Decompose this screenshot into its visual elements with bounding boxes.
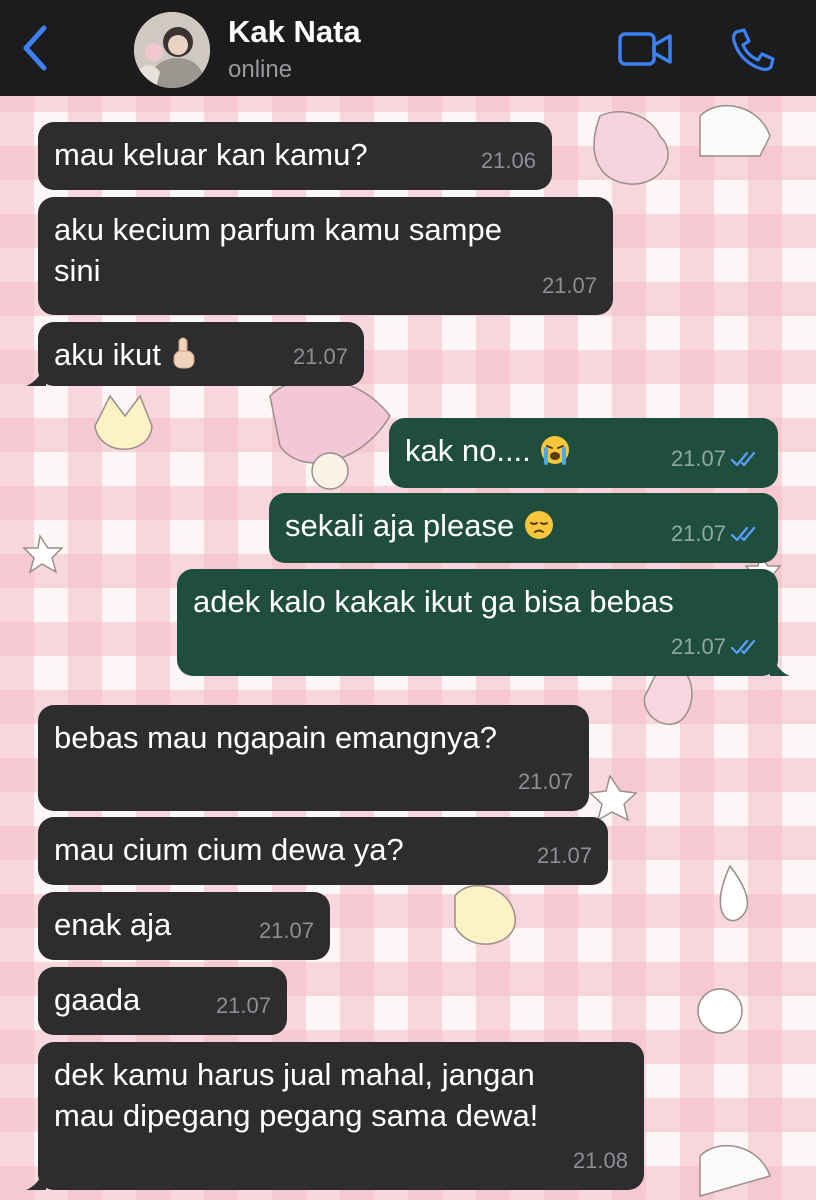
bubble-tail: [26, 1170, 46, 1190]
double-check-read-icon: [730, 639, 756, 654]
message-text: dek kamu harus jual mahal, jangan: [54, 1057, 535, 1092]
message-bubble-incoming[interactable]: mau cium cium dewa ya? 21.07: [38, 817, 608, 885]
message-bubble-incoming[interactable]: aku kecium parfum kamu sampe sini 21.07: [38, 197, 613, 315]
message-time: 21.08: [572, 1148, 628, 1173]
pensive-face-emoji: [524, 511, 553, 539]
message-bubble-incoming[interactable]: mau keluar kan kamu? 21.06: [38, 122, 552, 190]
message-text: aku kecium parfum kamu sampe: [54, 212, 502, 247]
phone-call-icon: [732, 28, 775, 71]
message-bubble-incoming[interactable]: bebas mau ngapain emangnya? 21.07: [38, 705, 589, 811]
message-time: 21.07: [670, 634, 726, 659]
message-time: 21.07: [215, 993, 271, 1018]
chat-wallpaper: mau keluar kan kamu? 21.06 aku kecium pa…: [0, 96, 816, 1200]
video-call-button[interactable]: [614, 24, 674, 74]
video-call-icon: [618, 32, 672, 66]
message-bubble-outgoing[interactable]: sekali aja please 21.07: [269, 493, 778, 563]
message-bubble-incoming[interactable]: enak aja 21.07: [38, 892, 330, 960]
back-button[interactable]: [14, 22, 58, 74]
double-check-read-icon: [730, 526, 756, 541]
bubble-tail: [26, 366, 46, 386]
contact-name[interactable]: Kak Nata: [228, 14, 361, 50]
message-text: mau cium cium dewa ya?: [54, 832, 404, 867]
message-text: mau keluar kan kamu?: [54, 137, 368, 172]
message-bubble-incoming[interactable]: dek kamu harus jual mahal, jangan mau di…: [26, 1042, 644, 1190]
chat-header: Kak Nata online: [0, 0, 816, 96]
message-text: bebas mau ngapain emangnya?: [54, 720, 497, 755]
message-bubble-outgoing[interactable]: adek kalo kakak ikut ga bisa bebas 21.07: [177, 569, 790, 676]
message-text: adek kalo kakak ikut ga bisa bebas: [193, 584, 674, 619]
message-time: 21.07: [517, 769, 573, 794]
contact-status: online: [228, 56, 293, 83]
message-bubble-incoming[interactable]: gaada 21.07: [38, 967, 287, 1035]
chevron-left-icon: [23, 25, 47, 71]
message-bubble-outgoing[interactable]: kak no.... 21.07: [389, 418, 778, 488]
double-check-read-icon: [730, 451, 756, 466]
message-time: 21.07: [670, 521, 726, 546]
crying-face-emoji: [541, 436, 570, 465]
bubble-tail: [770, 656, 790, 676]
pointing-up-emoji: [173, 337, 195, 369]
message-text: kak no....: [405, 433, 531, 468]
message-time: 21.07: [670, 446, 726, 471]
message-text: aku ikut: [54, 337, 161, 372]
message-text-line-2: mau dipegang pegang sama dewa!: [54, 1098, 539, 1133]
message-text-line-2: sini: [54, 253, 101, 288]
message-text: sekali aja please: [285, 508, 515, 543]
avatar[interactable]: [134, 12, 210, 88]
message-time: 21.06: [480, 148, 536, 173]
message-time: 21.07: [541, 273, 597, 298]
message-time: 21.07: [258, 918, 314, 943]
phone-call-button[interactable]: [722, 24, 782, 74]
message-time: 21.07: [292, 344, 348, 369]
message-bubble-incoming[interactable]: aku ikut 21.07: [26, 322, 364, 386]
message-time: 21.07: [536, 843, 592, 868]
